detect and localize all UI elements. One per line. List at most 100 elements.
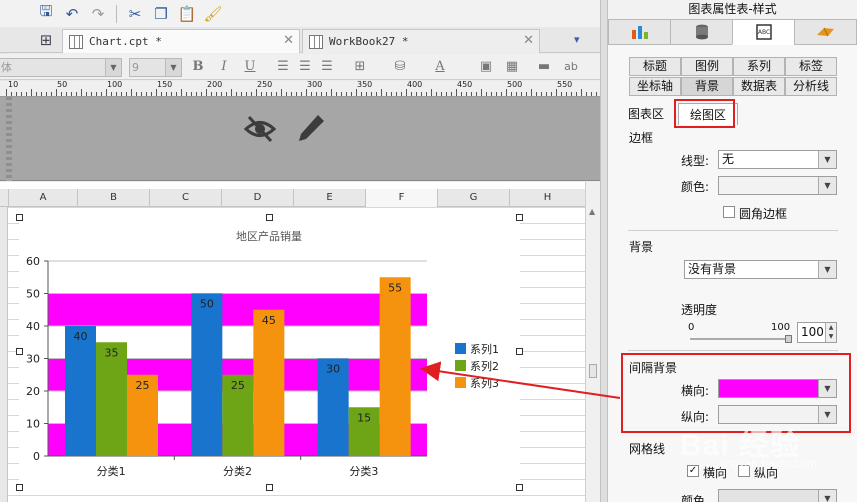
ruler-tick bbox=[371, 92, 372, 96]
italic-button[interactable]: I bbox=[216, 59, 232, 75]
slider-knob[interactable] bbox=[785, 335, 792, 343]
subtab-0-row1[interactable]: 标题 bbox=[629, 57, 681, 76]
ruler-tick bbox=[71, 92, 72, 96]
tab-chart-type[interactable] bbox=[608, 19, 671, 45]
column-header-cell[interactable]: B bbox=[77, 189, 149, 207]
ruler-tick bbox=[361, 92, 362, 96]
resize-handle[interactable] bbox=[516, 348, 523, 355]
column-header-cell[interactable]: F bbox=[365, 189, 437, 207]
column-header-cell[interactable]: A bbox=[8, 189, 77, 207]
column-header-cell[interactable]: D bbox=[221, 189, 293, 207]
underline-button[interactable]: U bbox=[242, 59, 258, 75]
background-value: 没有背景 bbox=[688, 262, 737, 276]
resize-handle[interactable] bbox=[266, 484, 273, 491]
ruler-tick bbox=[11, 92, 12, 96]
column-header-cell[interactable]: G bbox=[437, 189, 509, 207]
format-painter-icon[interactable]: 🖌 bbox=[203, 4, 223, 24]
merge-cells-icon[interactable]: ▣ bbox=[478, 59, 494, 75]
ruler-tick bbox=[471, 92, 472, 96]
ruler-tick bbox=[36, 92, 37, 96]
ruler-tick bbox=[16, 92, 17, 96]
bold-button[interactable]: B bbox=[190, 59, 206, 75]
tab-effects[interactable] bbox=[794, 19, 857, 45]
new-report-icon[interactable]: ⊞ bbox=[36, 30, 56, 50]
undo-icon[interactable]: ↶ bbox=[62, 4, 82, 24]
font-size-select[interactable]: 9 ▼ bbox=[129, 58, 182, 77]
gridline-color-select[interactable]: ▼ bbox=[718, 489, 837, 502]
ruler-tick bbox=[151, 92, 152, 96]
background-select[interactable]: 没有背景 ▼ bbox=[684, 260, 837, 279]
column-header-cell[interactable]: E bbox=[293, 189, 365, 207]
close-icon[interactable]: ✕ bbox=[523, 33, 534, 48]
bar-chart[interactable]: 地区产品销量 0 10 20 30 40 50 60 40 35 25 分类1 50 25 45 分类2 30 1… bbox=[19, 217, 520, 487]
subtab-2-row2[interactable]: 数据表 bbox=[733, 77, 785, 96]
cut-icon[interactable]: ✂ bbox=[125, 4, 145, 24]
rounded-border-checkbox[interactable] bbox=[723, 206, 735, 218]
border-icon[interactable]: ⊞ bbox=[352, 59, 368, 75]
border-color-select[interactable]: ▼ bbox=[718, 176, 837, 195]
tab-workbook27[interactable]: WorkBook27 * ✕ bbox=[302, 29, 540, 53]
subtab-3-row2[interactable]: 分析线 bbox=[785, 77, 837, 96]
ruler-tick bbox=[381, 89, 382, 96]
subtab-1-row2[interactable]: 背景 bbox=[681, 77, 733, 96]
hide-eye-icon[interactable] bbox=[244, 114, 276, 144]
font-name-select[interactable]: 体 ▼ bbox=[0, 58, 122, 77]
ruler-tick bbox=[441, 92, 442, 96]
resize-handle[interactable] bbox=[16, 348, 23, 355]
align-right-icon[interactable]: ☰ bbox=[319, 59, 335, 75]
text-direction-button[interactable]: ab bbox=[560, 59, 582, 75]
subtab-3-row1[interactable]: 标签 bbox=[785, 57, 837, 76]
copy-icon[interactable]: ❐ bbox=[151, 4, 171, 24]
chevron-down-icon: ▼ bbox=[818, 490, 836, 502]
resize-handle[interactable] bbox=[16, 484, 23, 491]
transparency-spinner[interactable]: 100 ▲ ▼ bbox=[797, 322, 837, 343]
column-header-cell[interactable]: C bbox=[149, 189, 221, 207]
tab-chart-cpt[interactable]: Chart.cpt * ✕ bbox=[62, 29, 300, 53]
table-icon[interactable]: ▦ bbox=[504, 59, 520, 75]
save-icon[interactable]: 🖫 bbox=[36, 2, 56, 24]
line-icon[interactable]: ▬ bbox=[536, 59, 552, 75]
tab-chart-area[interactable]: 图表区 bbox=[616, 103, 676, 125]
font-color-button[interactable]: A bbox=[432, 59, 448, 75]
align-left-icon[interactable]: ☰ bbox=[275, 59, 291, 75]
legend-label: 系列3 bbox=[470, 376, 499, 390]
subtab-1-row1[interactable]: 图例 bbox=[681, 57, 733, 76]
subtab-0-row2[interactable]: 坐标轴 bbox=[629, 77, 681, 96]
ruler-tick bbox=[506, 89, 507, 96]
ruler-tick bbox=[291, 92, 292, 96]
line-type-select[interactable]: 无 ▼ bbox=[718, 150, 837, 169]
align-center-icon[interactable]: ☰ bbox=[297, 59, 313, 75]
bar-value-label: 30 bbox=[326, 363, 340, 376]
legend-swatch bbox=[455, 360, 466, 371]
scroll-thumb[interactable] bbox=[589, 364, 597, 378]
ruler-tick bbox=[391, 92, 392, 96]
edit-pencil-icon[interactable] bbox=[296, 112, 326, 144]
paste-icon[interactable]: 📋 bbox=[177, 4, 197, 24]
resize-handle[interactable] bbox=[266, 214, 273, 221]
main-toolbar: 🖫 ↶ ↷ ✂ ❐ 📋 🖌 bbox=[0, 0, 600, 27]
style-icon: ABC bbox=[755, 24, 772, 40]
vertical-scrollbar[interactable]: ▲ bbox=[585, 182, 600, 502]
panel-drag-handle[interactable] bbox=[6, 97, 12, 181]
ruler-tick bbox=[131, 89, 132, 96]
resize-handle[interactable] bbox=[16, 214, 23, 221]
subtab-2-row1[interactable]: 系列 bbox=[733, 57, 785, 76]
ruler-tick bbox=[526, 92, 527, 96]
pane-splitter[interactable] bbox=[600, 0, 608, 502]
column-header-cell[interactable]: H bbox=[509, 189, 585, 207]
scroll-up-icon[interactable]: ▲ bbox=[589, 207, 595, 216]
tab-list-icon[interactable]: ▾ bbox=[574, 33, 580, 46]
redo-icon[interactable]: ↷ bbox=[88, 4, 108, 24]
resize-handle[interactable] bbox=[516, 214, 523, 221]
tab-data[interactable] bbox=[670, 19, 733, 45]
ruler-tick bbox=[421, 92, 422, 96]
spinner-arrows-icon[interactable]: ▲ ▼ bbox=[825, 323, 836, 342]
chart-widget[interactable]: 地区产品销量 0 10 20 30 40 50 60 40 35 25 分类1 50 25 45 分类2 30 1… bbox=[19, 217, 520, 487]
ruler-tick bbox=[331, 89, 332, 96]
tab-style[interactable]: ABC bbox=[732, 19, 795, 45]
close-icon[interactable]: ✕ bbox=[283, 33, 294, 48]
resize-handle[interactable] bbox=[516, 484, 523, 491]
gridline-horizontal-checkbox[interactable]: ✓ bbox=[687, 465, 699, 477]
transparency-slider[interactable] bbox=[690, 335, 792, 343]
fill-color-icon[interactable]: ⛁ bbox=[392, 59, 408, 75]
